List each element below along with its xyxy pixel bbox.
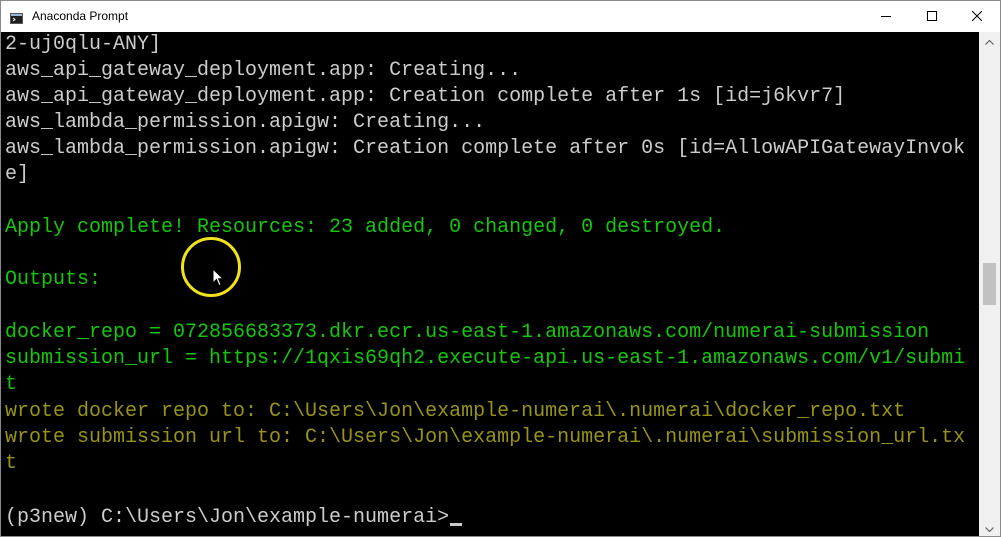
prompt-text: (p3new) C:\Users\Jon\example-numerai>: [5, 506, 450, 529]
title-bar[interactable]: Anaconda Prompt: [1, 1, 1000, 32]
console-line: t: [5, 452, 18, 475]
scroll-down-button[interactable]: [979, 519, 1000, 536]
close-button[interactable]: [954, 1, 1000, 32]
console-line: wrote submission url to: C:\Users\Jon\ex…: [5, 426, 966, 449]
console-output[interactable]: 2-uj0qlu-ANY] aws_api_gateway_deployment…: [1, 32, 979, 536]
minimize-icon: [881, 8, 891, 26]
scroll-up-button[interactable]: [979, 32, 1000, 49]
scroll-down-arrow-icon: [985, 519, 994, 537]
console-line: Outputs:: [5, 268, 102, 291]
console-line: docker_repo = 072856683373.dkr.ecr.us-ea…: [5, 321, 930, 344]
mouse-pointer-icon: [212, 267, 225, 288]
close-icon: [971, 8, 983, 26]
scroll-up-arrow-icon: [985, 32, 994, 50]
terminal-window: Anaconda Prompt 2-uj0qlu-ANY] aws_api_ga…: [0, 0, 1001, 537]
text-cursor: [450, 523, 463, 526]
console-line: t: [5, 373, 18, 396]
prompt-line[interactable]: (p3new) C:\Users\Jon\example-numerai>: [5, 505, 463, 531]
scrollbar-thumb[interactable]: [983, 263, 996, 305]
console-line: aws_api_gateway_deployment.app: Creation…: [5, 85, 846, 108]
maximize-icon: [927, 8, 937, 26]
window-title: Anaconda Prompt: [32, 9, 129, 23]
console-line: aws_lambda_permission.apigw: Creation co…: [5, 137, 966, 160]
maximize-button[interactable]: [909, 1, 955, 32]
console-line: Apply complete! Resources: 23 added, 0 c…: [5, 216, 726, 239]
vertical-scrollbar[interactable]: [979, 32, 1000, 536]
console-line: wrote docker repo to: C:\Users\Jon\examp…: [5, 400, 906, 423]
console-icon: [10, 11, 23, 24]
minimize-button[interactable]: [863, 1, 909, 32]
console-line: aws_api_gateway_deployment.app: Creating…: [5, 59, 522, 82]
console-line: aws_lambda_permission.apigw: Creating...: [5, 111, 486, 134]
click-highlight-ring: [181, 237, 241, 297]
console-line: 2-uj0qlu-ANY]: [5, 33, 162, 56]
console-line: submission_url = https://1qxis69qh2.exec…: [5, 347, 966, 370]
console-line: e]: [5, 163, 30, 186]
